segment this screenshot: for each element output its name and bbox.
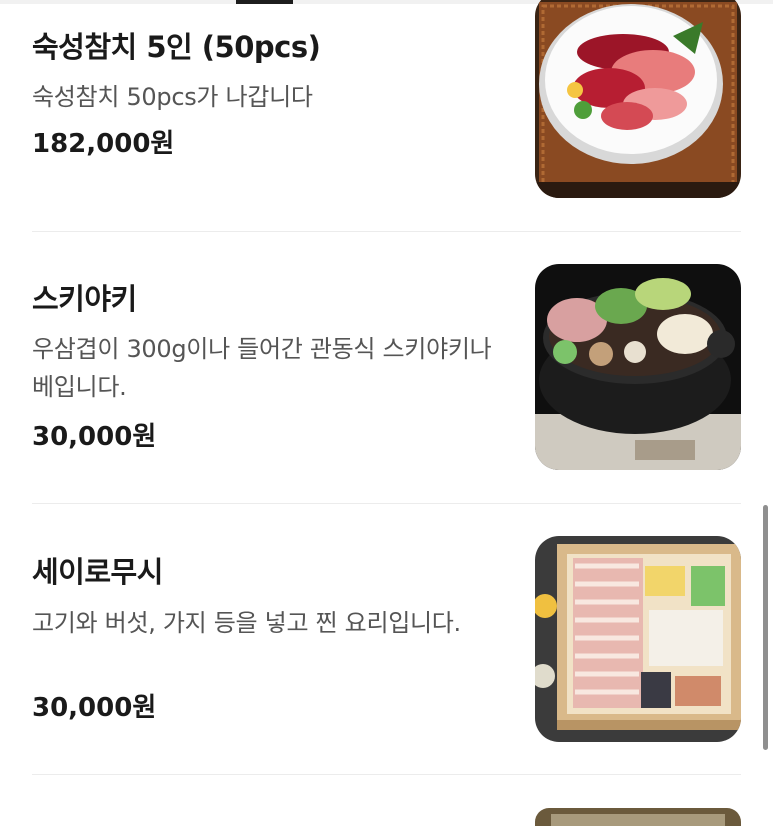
seiro-mushi-steamer-photo[interactable] bbox=[535, 536, 741, 742]
tuna-sashimi-platter-photo[interactable] bbox=[535, 0, 741, 198]
menu-item-description: 숙성참치 50pcs가 나갑니다 bbox=[32, 83, 313, 111]
scrollbar[interactable] bbox=[763, 505, 768, 750]
menu-item-name: 세이로무시 bbox=[32, 555, 163, 589]
next-item-photo[interactable] bbox=[535, 808, 741, 826]
divider bbox=[32, 774, 741, 775]
divider bbox=[32, 503, 741, 504]
divider bbox=[32, 231, 741, 232]
menu-item-sukiyaki[interactable]: 스키야키 우삼겹이 300g이나 들어간 관동식 스키야키나베입니다. 30,0… bbox=[32, 264, 744, 474]
menu-screen: 숙성참치 5인 (50pcs) 숙성참치 50pcs가 나갑니다 182,000… bbox=[0, 0, 773, 826]
menu-item-seiro-mushi[interactable]: 세이로무시 고기와 버섯, 가지 등을 넣고 찐 요리입니다. 30,000원 bbox=[32, 536, 744, 746]
menu-item-price: 30,000원 bbox=[32, 422, 157, 452]
menu-item-description: 우삼겹이 300g이나 들어간 관동식 스키야키나베입니다. bbox=[32, 335, 492, 401]
menu-item-description: 고기와 버섯, 가지 등을 넣고 찐 요리입니다. bbox=[32, 609, 461, 637]
sukiyaki-hotpot-photo[interactable] bbox=[535, 264, 741, 470]
menu-item-price: 182,000원 bbox=[32, 129, 175, 159]
menu-item-price: 30,000원 bbox=[32, 693, 157, 723]
menu-item-name: 숙성참치 5인 (50pcs) bbox=[32, 30, 321, 64]
menu-item-name: 스키야키 bbox=[32, 282, 137, 316]
menu-item-tuna[interactable]: 숙성참치 5인 (50pcs) 숙성참치 50pcs가 나갑니다 182,000… bbox=[32, 0, 744, 210]
